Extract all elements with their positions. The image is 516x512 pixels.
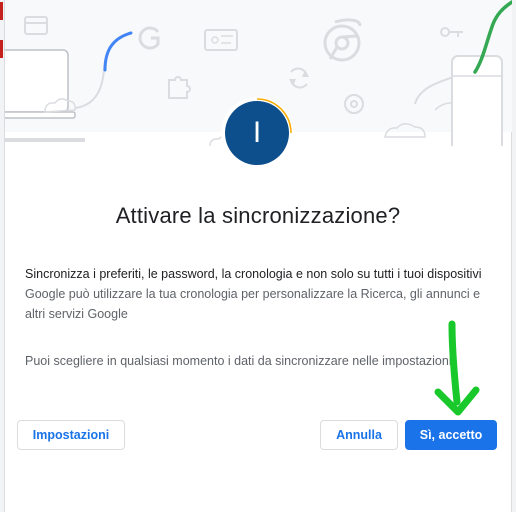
settings-note: Puoi scegliere in qualsiasi momento i da…: [25, 354, 456, 368]
sync-description: Sincronizza i preferiti, le password, la…: [25, 267, 482, 281]
background-tab-marker: [0, 2, 3, 20]
dialog-title: Attivare la sincronizzazione?: [115, 203, 401, 228]
avatar-initial: I: [225, 101, 289, 165]
personalization-note: Google può utilizzare la tua cronologia …: [25, 287, 481, 321]
account-avatar: I: [221, 97, 293, 169]
background-tab-marker: [0, 40, 3, 58]
green-arrow-annotation: [434, 320, 480, 416]
settings-button[interactable]: Impostazioni: [17, 420, 125, 450]
cancel-button[interactable]: Annulla: [320, 420, 398, 450]
accept-button[interactable]: Sì, accetto: [405, 420, 497, 450]
